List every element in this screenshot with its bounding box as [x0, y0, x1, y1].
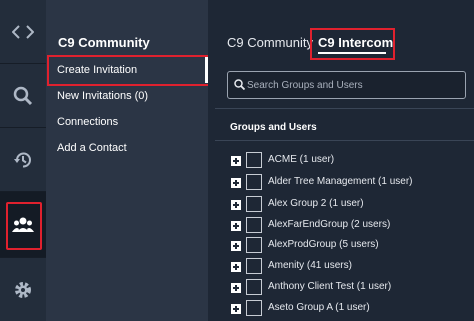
history-icon	[14, 152, 31, 167]
group-label: Alex Group 2 (1 user)	[268, 198, 364, 209]
section-title: Groups and Users	[230, 122, 317, 133]
expand-icon[interactable]	[231, 200, 241, 210]
group-label: AlexProdGroup (5 users)	[268, 239, 379, 250]
divider	[215, 108, 474, 109]
expand-icon[interactable]	[231, 283, 241, 293]
code-icon	[12, 24, 34, 39]
highlight-create-invitation	[47, 55, 211, 86]
group-label: AlexFarEndGroup (2 users)	[268, 219, 391, 230]
search-input[interactable]	[247, 76, 457, 94]
highlight-intercom-tab	[310, 28, 395, 60]
connections-item[interactable]: Connections	[57, 116, 118, 128]
settings-icon	[15, 282, 31, 298]
search-box[interactable]	[227, 71, 466, 99]
group-checkbox[interactable]	[246, 152, 262, 168]
group-checkbox[interactable]	[246, 217, 262, 233]
expand-icon[interactable]	[231, 178, 241, 188]
group-checkbox[interactable]	[246, 258, 262, 274]
group-label: Aseto Group A (1 user)	[268, 302, 370, 313]
code-button[interactable]	[0, 0, 46, 64]
new-invitations-item[interactable]: New Invitations (0)	[57, 90, 148, 102]
expand-icon[interactable]	[231, 221, 241, 231]
icon-rail	[0, 0, 46, 321]
search-icon	[13, 86, 33, 105]
settings-button[interactable]	[0, 258, 46, 321]
community-panel-title: C9 Community	[58, 35, 150, 50]
group-label: ACME (1 user)	[268, 154, 335, 165]
group-checkbox[interactable]	[246, 196, 262, 212]
group-label: Amenity (41 users)	[268, 260, 352, 271]
expand-icon[interactable]	[231, 156, 241, 166]
divider	[215, 140, 474, 141]
tab-c9-community[interactable]: C9 Community	[227, 35, 313, 50]
add-contact-item[interactable]: Add a Contact	[57, 142, 127, 154]
search-icon	[234, 79, 245, 90]
group-label: Anthony Client Test (1 user)	[268, 281, 392, 292]
group-label: Alder Tree Management (1 user)	[268, 176, 413, 187]
group-checkbox[interactable]	[246, 279, 262, 295]
expand-icon[interactable]	[231, 241, 241, 251]
search-nav-button[interactable]	[0, 64, 46, 128]
history-button[interactable]	[0, 128, 46, 192]
group-checkbox[interactable]	[246, 300, 262, 316]
expand-icon[interactable]	[231, 304, 241, 314]
group-checkbox[interactable]	[246, 174, 262, 190]
group-checkbox[interactable]	[246, 237, 262, 253]
expand-icon[interactable]	[231, 262, 241, 272]
highlight-community-button	[6, 202, 42, 250]
